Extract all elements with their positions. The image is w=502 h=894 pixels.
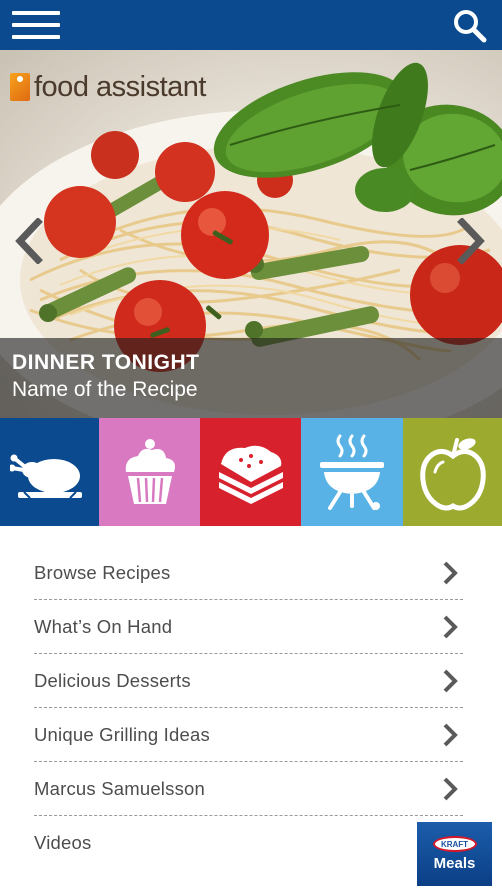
kraft-meals-badge[interactable]: KRAFT Meals: [417, 822, 492, 886]
menu-item-unique-grilling-ideas[interactable]: Unique Grilling Ideas: [34, 708, 463, 762]
menu-item-marcus-samuelsson[interactable]: Marcus Samuelsson: [34, 762, 463, 816]
menu-item-label: Delicious Desserts: [34, 669, 191, 691]
meals-label: Meals: [433, 855, 476, 872]
top-bar: [0, 0, 502, 50]
category-tile-poultry[interactable]: [0, 418, 99, 526]
apple-icon: [419, 438, 486, 511]
menu-item-videos[interactable]: Videos: [34, 816, 463, 870]
chevron-right-icon: [443, 723, 458, 746]
menu-item-label: Marcus Samuelsson: [34, 777, 205, 799]
menu-item-label: Unique Grilling Ideas: [34, 723, 210, 745]
kraft-logo: KRAFT: [432, 836, 477, 852]
category-tile-healthy[interactable]: [403, 418, 502, 526]
chevron-right-icon: [443, 777, 458, 800]
logo-mark-icon: [10, 73, 30, 101]
menu-item-delicious-desserts[interactable]: Delicious Desserts: [34, 654, 463, 708]
search-icon[interactable]: [452, 8, 488, 44]
menu-item-browse-recipes[interactable]: Browse Recipes: [34, 546, 463, 600]
chevron-left-icon[interactable]: [12, 217, 46, 265]
roast-chicken-icon: [9, 454, 82, 499]
chevron-right-icon: [443, 669, 458, 692]
logo-text: food assistant: [34, 71, 206, 103]
hero-carousel[interactable]: food assistant DINNER TONIGHT Name of th…: [0, 50, 502, 418]
hamburger-menu-icon[interactable]: [12, 9, 60, 41]
menu-item-whats-on-hand[interactable]: What’s On Hand: [34, 600, 463, 654]
main-menu-list: Browse Recipes What’s On Hand Delicious …: [34, 546, 463, 870]
chevron-right-icon[interactable]: [454, 217, 488, 265]
featured-recipe-caption[interactable]: DINNER TONIGHT Name of the Recipe: [0, 338, 502, 418]
chevron-right-icon: [443, 561, 458, 584]
category-tile-sandwiches[interactable]: [200, 418, 301, 526]
app-logo: food assistant: [10, 70, 206, 104]
menu-item-label: Videos: [34, 832, 92, 853]
menu-item-label: Browse Recipes: [34, 561, 171, 583]
category-tile-grilling[interactable]: [301, 418, 403, 526]
cupcake-icon: [125, 439, 175, 504]
category-tile-desserts[interactable]: [99, 418, 200, 526]
sandwich-icon: [218, 445, 283, 504]
section-title: DINNER TONIGHT: [12, 351, 200, 374]
category-bar: [0, 418, 502, 526]
recipe-name: Name of the Recipe: [12, 378, 198, 401]
menu-item-label: What’s On Hand: [34, 615, 173, 637]
chevron-right-icon: [443, 615, 458, 638]
grill-icon: [320, 434, 384, 510]
